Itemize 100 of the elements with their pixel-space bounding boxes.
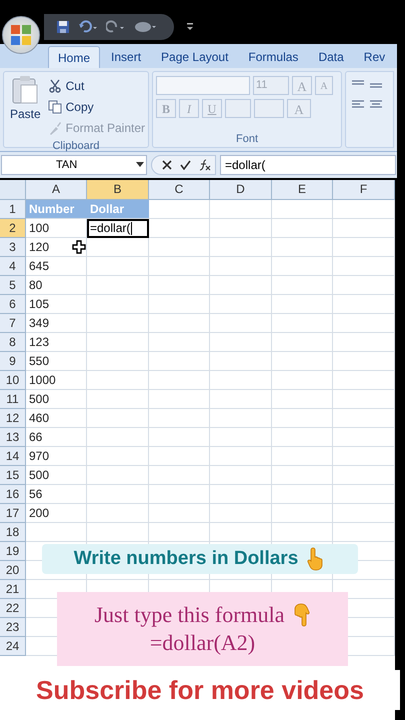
row-header[interactable]: 12 bbox=[0, 409, 26, 428]
empty-cell bbox=[272, 409, 333, 428]
row-header[interactable]: 19 bbox=[0, 542, 26, 561]
undo-icon[interactable] bbox=[78, 20, 98, 34]
ribbon-tab[interactable]: Formulas bbox=[239, 46, 308, 68]
empty-cell bbox=[272, 523, 333, 542]
empty-cell bbox=[333, 314, 395, 333]
enter-check-icon[interactable] bbox=[180, 160, 191, 170]
row-header[interactable]: 7 bbox=[0, 314, 26, 333]
row-header[interactable]: 18 bbox=[0, 523, 26, 542]
row-header[interactable]: 11 bbox=[0, 390, 26, 409]
column-header[interactable]: D bbox=[210, 180, 272, 200]
dropdown-arrow-icon bbox=[136, 162, 144, 168]
empty-cell bbox=[149, 447, 210, 466]
empty-cell bbox=[210, 447, 272, 466]
row-header[interactable]: 4 bbox=[0, 257, 26, 276]
row-header[interactable]: 14 bbox=[0, 447, 26, 466]
empty-cell bbox=[210, 238, 272, 257]
column-header[interactable]: E bbox=[272, 180, 333, 200]
caption-text: =dollar(A2) bbox=[150, 629, 256, 657]
row-header[interactable]: 20 bbox=[0, 561, 26, 580]
formula-field[interactable]: =dollar( bbox=[220, 155, 396, 175]
dropdown-icon[interactable] bbox=[186, 22, 194, 32]
empty-cell bbox=[87, 485, 149, 504]
font-name-field[interactable] bbox=[156, 76, 250, 95]
row-header[interactable]: 23 bbox=[0, 618, 26, 637]
ribbon-tab[interactable]: Home bbox=[48, 46, 100, 68]
row-header[interactable]: 5 bbox=[0, 276, 26, 295]
empty-cell bbox=[272, 466, 333, 485]
empty-cell bbox=[87, 390, 149, 409]
clipboard-command[interactable]: Copy bbox=[48, 97, 145, 117]
ribbon-tab[interactable]: Data bbox=[309, 46, 353, 68]
empty-cell bbox=[149, 333, 210, 352]
row-header[interactable]: 22 bbox=[0, 599, 26, 618]
ribbon-tab[interactable]: Insert bbox=[102, 46, 150, 68]
empty-cell bbox=[272, 314, 333, 333]
empty-cell bbox=[149, 409, 210, 428]
row-header[interactable]: 1 bbox=[0, 200, 26, 219]
empty-cell bbox=[272, 504, 333, 523]
clipboard-command[interactable]: Cut bbox=[48, 76, 145, 96]
save-icon[interactable] bbox=[56, 20, 70, 34]
row-header[interactable]: 8 bbox=[0, 333, 26, 352]
paste-button[interactable]: Paste bbox=[7, 75, 44, 138]
table-cell: 550 bbox=[26, 352, 87, 371]
table-cell: 123 bbox=[26, 333, 87, 352]
empty-cell bbox=[149, 352, 210, 371]
empty-cell bbox=[87, 257, 149, 276]
office-button[interactable] bbox=[2, 16, 40, 54]
empty-cell bbox=[210, 409, 272, 428]
row-header[interactable]: 21 bbox=[0, 580, 26, 599]
empty-cell bbox=[210, 428, 272, 447]
column-header[interactable]: B bbox=[87, 180, 149, 200]
empty-cell bbox=[272, 200, 333, 219]
empty-cell bbox=[333, 485, 395, 504]
empty-cell bbox=[272, 257, 333, 276]
empty-cell bbox=[149, 238, 210, 257]
ribbon-tab[interactable]: Page Layout bbox=[152, 46, 238, 68]
row-header[interactable]: 9 bbox=[0, 352, 26, 371]
table-cell: 56 bbox=[26, 485, 87, 504]
empty-cell bbox=[149, 371, 210, 390]
empty-cell bbox=[87, 352, 149, 371]
row-header[interactable]: 6 bbox=[0, 295, 26, 314]
row-header[interactable]: 2 bbox=[0, 219, 26, 238]
column-header[interactable]: C bbox=[149, 180, 210, 200]
empty-cell bbox=[87, 504, 149, 523]
table-cell: 80 bbox=[26, 276, 87, 295]
ribbon-tab[interactable]: Rev bbox=[354, 46, 394, 68]
column-header[interactable]: F bbox=[333, 180, 395, 200]
empty-cell bbox=[272, 390, 333, 409]
empty-cell bbox=[149, 466, 210, 485]
row-header[interactable]: 10 bbox=[0, 371, 26, 390]
table-cell: 1000 bbox=[26, 371, 87, 390]
column-header[interactable]: A bbox=[26, 180, 87, 200]
empty-cell bbox=[210, 276, 272, 295]
customize-icon[interactable] bbox=[134, 21, 156, 33]
empty-cell bbox=[272, 276, 333, 295]
empty-cell bbox=[87, 447, 149, 466]
empty-cell bbox=[333, 257, 395, 276]
row-header[interactable]: 16 bbox=[0, 485, 26, 504]
empty-cell bbox=[87, 295, 149, 314]
row-header[interactable]: 24 bbox=[0, 637, 26, 656]
empty-cell bbox=[333, 295, 395, 314]
fill-color-button[interactable] bbox=[254, 99, 284, 118]
empty-cell bbox=[272, 485, 333, 504]
active-cell[interactable]: =dollar( bbox=[87, 219, 149, 238]
row-header[interactable]: 13 bbox=[0, 428, 26, 447]
redo-icon[interactable] bbox=[106, 20, 126, 34]
table-cell: 500 bbox=[26, 466, 87, 485]
insert-function-icon[interactable] bbox=[199, 159, 211, 171]
cancel-icon[interactable] bbox=[162, 160, 172, 170]
empty-cell bbox=[210, 257, 272, 276]
row-header[interactable]: 17 bbox=[0, 504, 26, 523]
empty-cell bbox=[87, 466, 149, 485]
row-header[interactable]: 3 bbox=[0, 238, 26, 257]
empty-cell bbox=[333, 276, 395, 295]
office-logo-icon bbox=[10, 24, 32, 46]
name-box[interactable]: TAN bbox=[1, 155, 147, 175]
empty-cell bbox=[149, 276, 210, 295]
empty-cell bbox=[149, 257, 210, 276]
row-header[interactable]: 15 bbox=[0, 466, 26, 485]
